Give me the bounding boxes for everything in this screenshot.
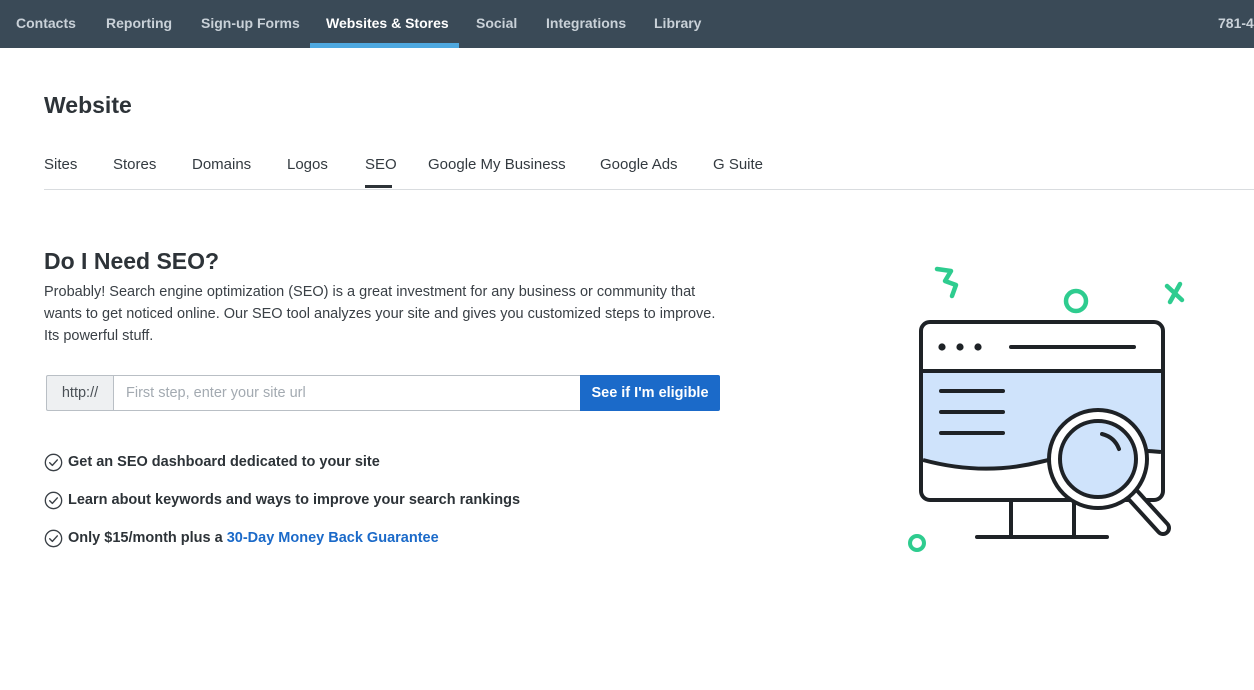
- money-back-guarantee-link[interactable]: 30-Day Money Back Guarantee: [227, 530, 439, 546]
- seo-heading: Do I Need SEO?: [44, 248, 220, 274]
- benefit-item: Only $15/month plus a 30-Day Money Back …: [44, 527, 439, 549]
- tab-g-suite[interactable]: G Suite: [713, 156, 763, 173]
- tab-google-ads[interactable]: Google Ads: [600, 156, 678, 173]
- see-if-eligible-button[interactable]: See if I'm eligible: [580, 375, 720, 411]
- tab-stores[interactable]: Stores: [113, 156, 156, 173]
- tab-active-indicator: [365, 185, 392, 188]
- small-ring-decoration: [908, 534, 926, 552]
- website-subtabs: Sites Stores Domains Logos SEO Google My…: [44, 152, 1254, 190]
- seo-description: Probably! Search engine optimization (SE…: [44, 284, 716, 344]
- tab-sites[interactable]: Sites: [44, 156, 77, 173]
- nav-item-reporting[interactable]: Reporting: [106, 0, 172, 48]
- benefit-text: Get an SEO dashboard dedicated to your s…: [68, 454, 380, 470]
- website-magnifier-illustration: [908, 266, 1185, 552]
- plus-decoration: [1164, 281, 1185, 305]
- nav-item-contacts[interactable]: Contacts: [16, 0, 76, 48]
- page-title: Website: [44, 92, 132, 118]
- benefit-item: Get an SEO dashboard dedicated to your s…: [44, 451, 380, 473]
- benefit-text: Only $15/month plus a: [68, 530, 223, 546]
- nav-item-signup-forms[interactable]: Sign-up Forms: [201, 0, 300, 48]
- nav-item-library[interactable]: Library: [654, 0, 701, 48]
- benefit-text: Learn about keywords and ways to improve…: [68, 492, 521, 508]
- site-url-form: http:// See if I'm eligible: [46, 375, 720, 411]
- check-circle-icon: [44, 453, 63, 471]
- check-circle-icon: [44, 529, 63, 547]
- benefit-item: Learn about keywords and ways to improve…: [44, 489, 520, 511]
- url-prefix-label: http://: [46, 375, 113, 411]
- squiggle-decoration: [934, 266, 959, 299]
- tab-seo[interactable]: SEO: [365, 156, 397, 173]
- tab-google-my-business[interactable]: Google My Business: [428, 156, 566, 173]
- nav-item-social[interactable]: Social: [476, 0, 517, 48]
- nav-item-websites-stores[interactable]: Websites & Stores: [326, 0, 449, 48]
- account-phone[interactable]: 781-4: [1218, 0, 1254, 48]
- tab-logos[interactable]: Logos: [287, 156, 328, 173]
- tab-domains[interactable]: Domains: [192, 156, 251, 173]
- nav-active-indicator: [310, 43, 459, 48]
- nav-item-integrations[interactable]: Integrations: [546, 0, 626, 48]
- top-nav: Contacts Reporting Sign-up Forms Website…: [0, 0, 1254, 48]
- site-url-input[interactable]: [113, 375, 581, 411]
- ring-decoration: [1063, 288, 1089, 314]
- check-circle-icon: [44, 491, 63, 509]
